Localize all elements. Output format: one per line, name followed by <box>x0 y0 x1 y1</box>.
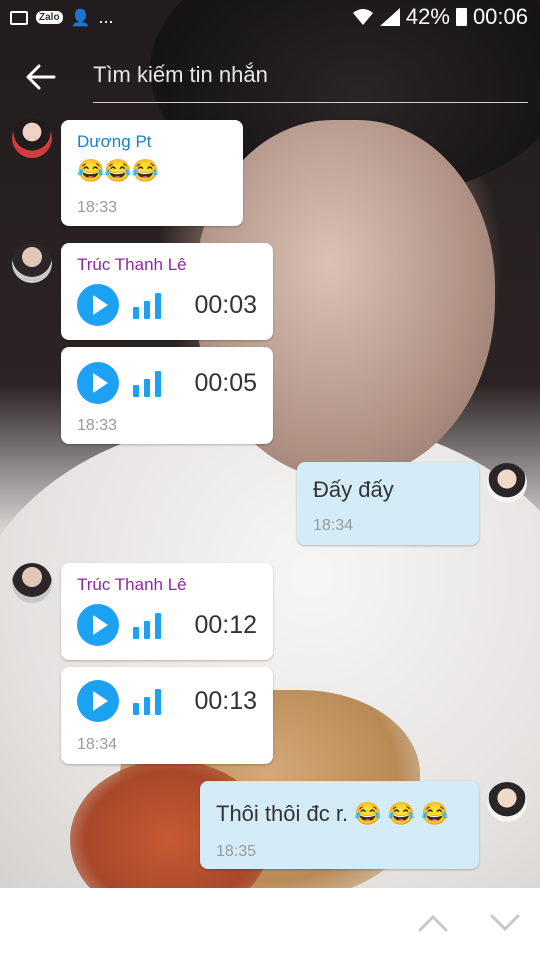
waveform-icon <box>133 685 173 717</box>
sent-message-bubble[interactable]: Thôi thôi đc r. 😂 😂 😂 18:35 <box>200 781 479 869</box>
zalo-icon: Zalo <box>36 11 63 24</box>
battery-icon <box>455 8 467 26</box>
status-bar: Zalo 👤 ... 42% 00:06 <box>0 0 540 38</box>
voice-player <box>77 604 173 646</box>
add-contact-icon: 👤 <box>70 9 91 27</box>
search-input[interactable]: Tìm kiếm tin nhắn <box>93 62 528 103</box>
message-time: 18:33 <box>77 417 118 434</box>
play-icon[interactable] <box>77 604 119 646</box>
message-time: 18:33 <box>77 199 118 216</box>
back-arrow-icon[interactable] <box>24 60 58 94</box>
voice-message-bubble[interactable]: Trúc Thanh Lê 00:12 <box>61 563 273 660</box>
waveform-icon <box>133 609 173 641</box>
more-notifications: ... <box>98 7 114 27</box>
play-icon[interactable] <box>77 284 119 326</box>
message-time: 18:35 <box>216 843 257 860</box>
play-icon[interactable] <box>77 680 119 722</box>
wifi-icon <box>352 9 373 25</box>
avatar[interactable] <box>12 118 52 158</box>
chevron-down-icon[interactable] <box>488 906 522 940</box>
waveform-icon <box>133 367 173 399</box>
bottom-navigation-bar <box>0 888 540 960</box>
avatar[interactable] <box>487 463 527 503</box>
voice-player <box>77 284 173 326</box>
message-text: 😂😂😂 <box>77 158 160 183</box>
sender-name: Trúc Thanh Lê <box>77 575 187 594</box>
clock: 00:06 <box>472 4 528 29</box>
avatar[interactable] <box>12 563 52 603</box>
battery-percent: 42% <box>405 4 450 29</box>
voice-message-bubble[interactable]: Trúc Thanh Lê 00:03 <box>61 243 273 340</box>
top-bar: Tìm kiếm tin nhắn <box>0 40 540 112</box>
voice-message-bubble[interactable]: 00:05 18:33 <box>61 347 273 444</box>
avatar[interactable] <box>12 243 52 283</box>
chevron-up-icon[interactable] <box>416 906 450 940</box>
voice-duration: 00:13 <box>194 687 257 715</box>
signal-icon <box>379 8 400 26</box>
voice-message-bubble[interactable]: 00:13 18:34 <box>61 667 273 764</box>
voice-duration: 00:03 <box>194 291 257 319</box>
sender-name: Trúc Thanh Lê <box>77 255 187 274</box>
voice-player <box>77 680 173 722</box>
message-bubble[interactable]: Dương Pt 😂😂😂 18:33 <box>61 120 243 226</box>
play-icon[interactable] <box>77 362 119 404</box>
message-text: Thôi thôi đc r. 😂 😂 😂 <box>216 801 449 826</box>
gallery-icon <box>10 10 28 25</box>
message-time: 18:34 <box>77 736 118 753</box>
message-time: 18:34 <box>313 517 354 534</box>
message-text: Đấy đấy <box>313 477 394 502</box>
avatar[interactable] <box>487 782 527 822</box>
voice-player <box>77 362 173 404</box>
sent-message-bubble[interactable]: Đấy đấy 18:34 <box>297 462 479 545</box>
waveform-icon <box>133 289 173 321</box>
sender-name: Dương Pt <box>77 132 152 151</box>
voice-duration: 00:05 <box>194 369 257 397</box>
voice-duration: 00:12 <box>194 611 257 639</box>
